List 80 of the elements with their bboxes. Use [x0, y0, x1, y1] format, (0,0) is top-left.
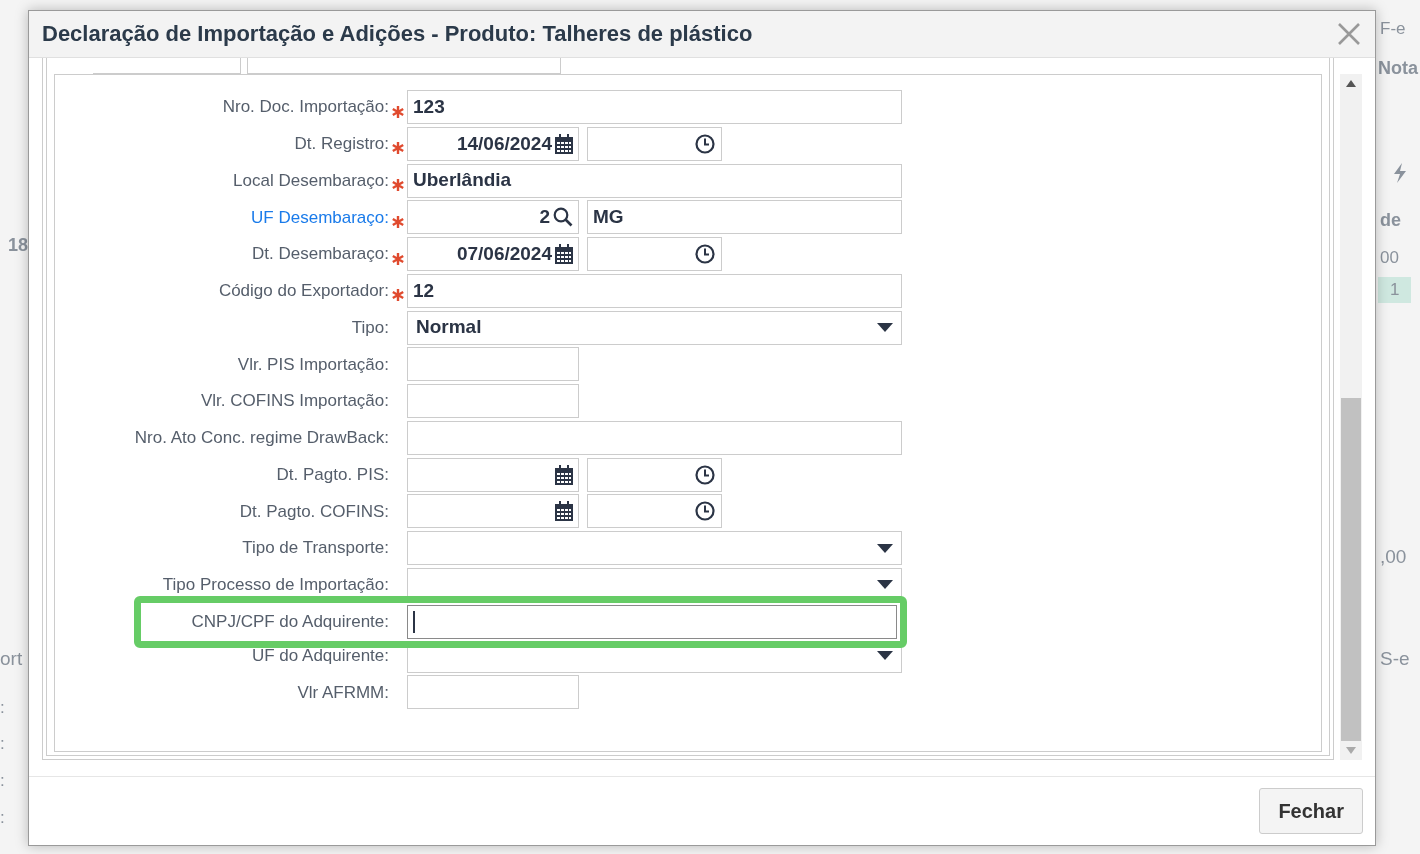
caret-icon: [877, 651, 893, 660]
field-label: Tipo de Transporte:: [241, 537, 389, 560]
calendar-icon: [555, 133, 573, 154]
background-text: 1: [1378, 277, 1412, 303]
required-icon: [392, 215, 404, 228]
field-label: Local Desembaraço:: [232, 169, 389, 192]
input-field[interactable]: 12: [407, 273, 902, 308]
calendar-icon: [555, 501, 573, 522]
clock-icon: [695, 501, 715, 522]
calendar-icon: [555, 464, 573, 485]
field-label: Nro. Ato Conc. regime DrawBack:: [133, 427, 389, 449]
caret-icon: [877, 580, 893, 590]
scroll-up-icon: [1346, 80, 1356, 87]
time-field[interactable]: [587, 457, 722, 492]
caret-icon: [877, 323, 893, 332]
required-icon: [392, 105, 404, 118]
background-text: :: [0, 770, 5, 792]
close-button[interactable]: Fechar: [1259, 788, 1363, 834]
field-label: UF do Adquirente:: [250, 644, 389, 667]
close-button[interactable]: [1337, 22, 1361, 46]
clock-icon: [695, 464, 715, 485]
field-label: Tipo:: [350, 316, 389, 339]
description-field[interactable]: MG: [587, 200, 902, 235]
field-label: Vlr AFRMM:: [296, 681, 389, 704]
input-field[interactable]: [407, 675, 579, 710]
background-text: :: [0, 733, 5, 755]
text-cursor: [413, 610, 415, 633]
time-field[interactable]: [587, 237, 722, 271]
clock-icon: [695, 133, 715, 154]
field-label: Dt. Desembaraço:: [251, 243, 389, 266]
field-label: Vlr. PIS Importação:: [236, 353, 389, 376]
field-label: Vlr. COFINS Importação:: [200, 390, 389, 413]
select-field[interactable]: Normal: [407, 310, 902, 345]
date-field[interactable]: 14/06/2024: [407, 126, 579, 161]
input-field[interactable]: [407, 384, 579, 418]
lightning-icon: [1393, 163, 1407, 183]
background-text: S-e: [1380, 647, 1410, 671]
time-field[interactable]: [587, 494, 722, 529]
background-text: :: [0, 807, 5, 829]
caret-icon: [877, 543, 893, 553]
close-icon: [1337, 22, 1361, 46]
calendar-icon: [555, 244, 573, 264]
field-label: Código do Exportador:: [217, 280, 389, 302]
lookup-field[interactable]: 2: [407, 200, 579, 235]
background-text: 18: [8, 234, 29, 257]
required-icon: [392, 289, 404, 302]
required-icon: [392, 252, 404, 265]
tab[interactable]: [93, 58, 241, 74]
input-field[interactable]: Uberlândia: [407, 163, 902, 198]
scroll-down-icon: [1346, 747, 1356, 754]
background-text: ,00: [1380, 545, 1407, 569]
field-label: Dt. Pagto. COFINS:: [238, 500, 389, 523]
select-field[interactable]: [407, 531, 902, 565]
required-icon: [392, 179, 404, 192]
background-text: de: [1380, 209, 1401, 232]
clock-icon: [695, 244, 715, 264]
field-label: Dt. Pagto. PIS:: [275, 463, 389, 486]
background-text: ort: [0, 647, 23, 671]
field-link[interactable]: UF Desembaraço:: [55, 204, 389, 230]
background-text: Nota: [1378, 57, 1418, 80]
input-field[interactable]: 123: [407, 90, 902, 124]
background-text: 00: [1380, 247, 1399, 269]
input-field[interactable]: [407, 347, 579, 382]
field-label: Dt. Registro:: [293, 133, 389, 155]
field-label: Tipo Processo de Importação:: [161, 574, 389, 596]
date-field[interactable]: 07/06/2024: [407, 237, 579, 271]
field-label: Nro. Doc. Importação:: [221, 96, 389, 119]
dialog-title: Declaração de Importação e Adições - Produto: Talheres de plástico: [42, 20, 753, 48]
input-field[interactable]: [407, 604, 897, 639]
field-label: CNPJ/CPF do Adquirente:: [190, 610, 389, 633]
background-text: :: [0, 697, 5, 719]
scrollbar[interactable]: [1340, 74, 1362, 760]
date-field[interactable]: [407, 494, 579, 529]
background-text: F-e: [1380, 18, 1406, 40]
time-field[interactable]: [587, 126, 722, 161]
date-field[interactable]: [407, 457, 579, 492]
search-icon: [553, 207, 573, 228]
input-field[interactable]: [407, 420, 902, 455]
required-icon: [392, 142, 404, 155]
tab[interactable]: [247, 58, 561, 74]
